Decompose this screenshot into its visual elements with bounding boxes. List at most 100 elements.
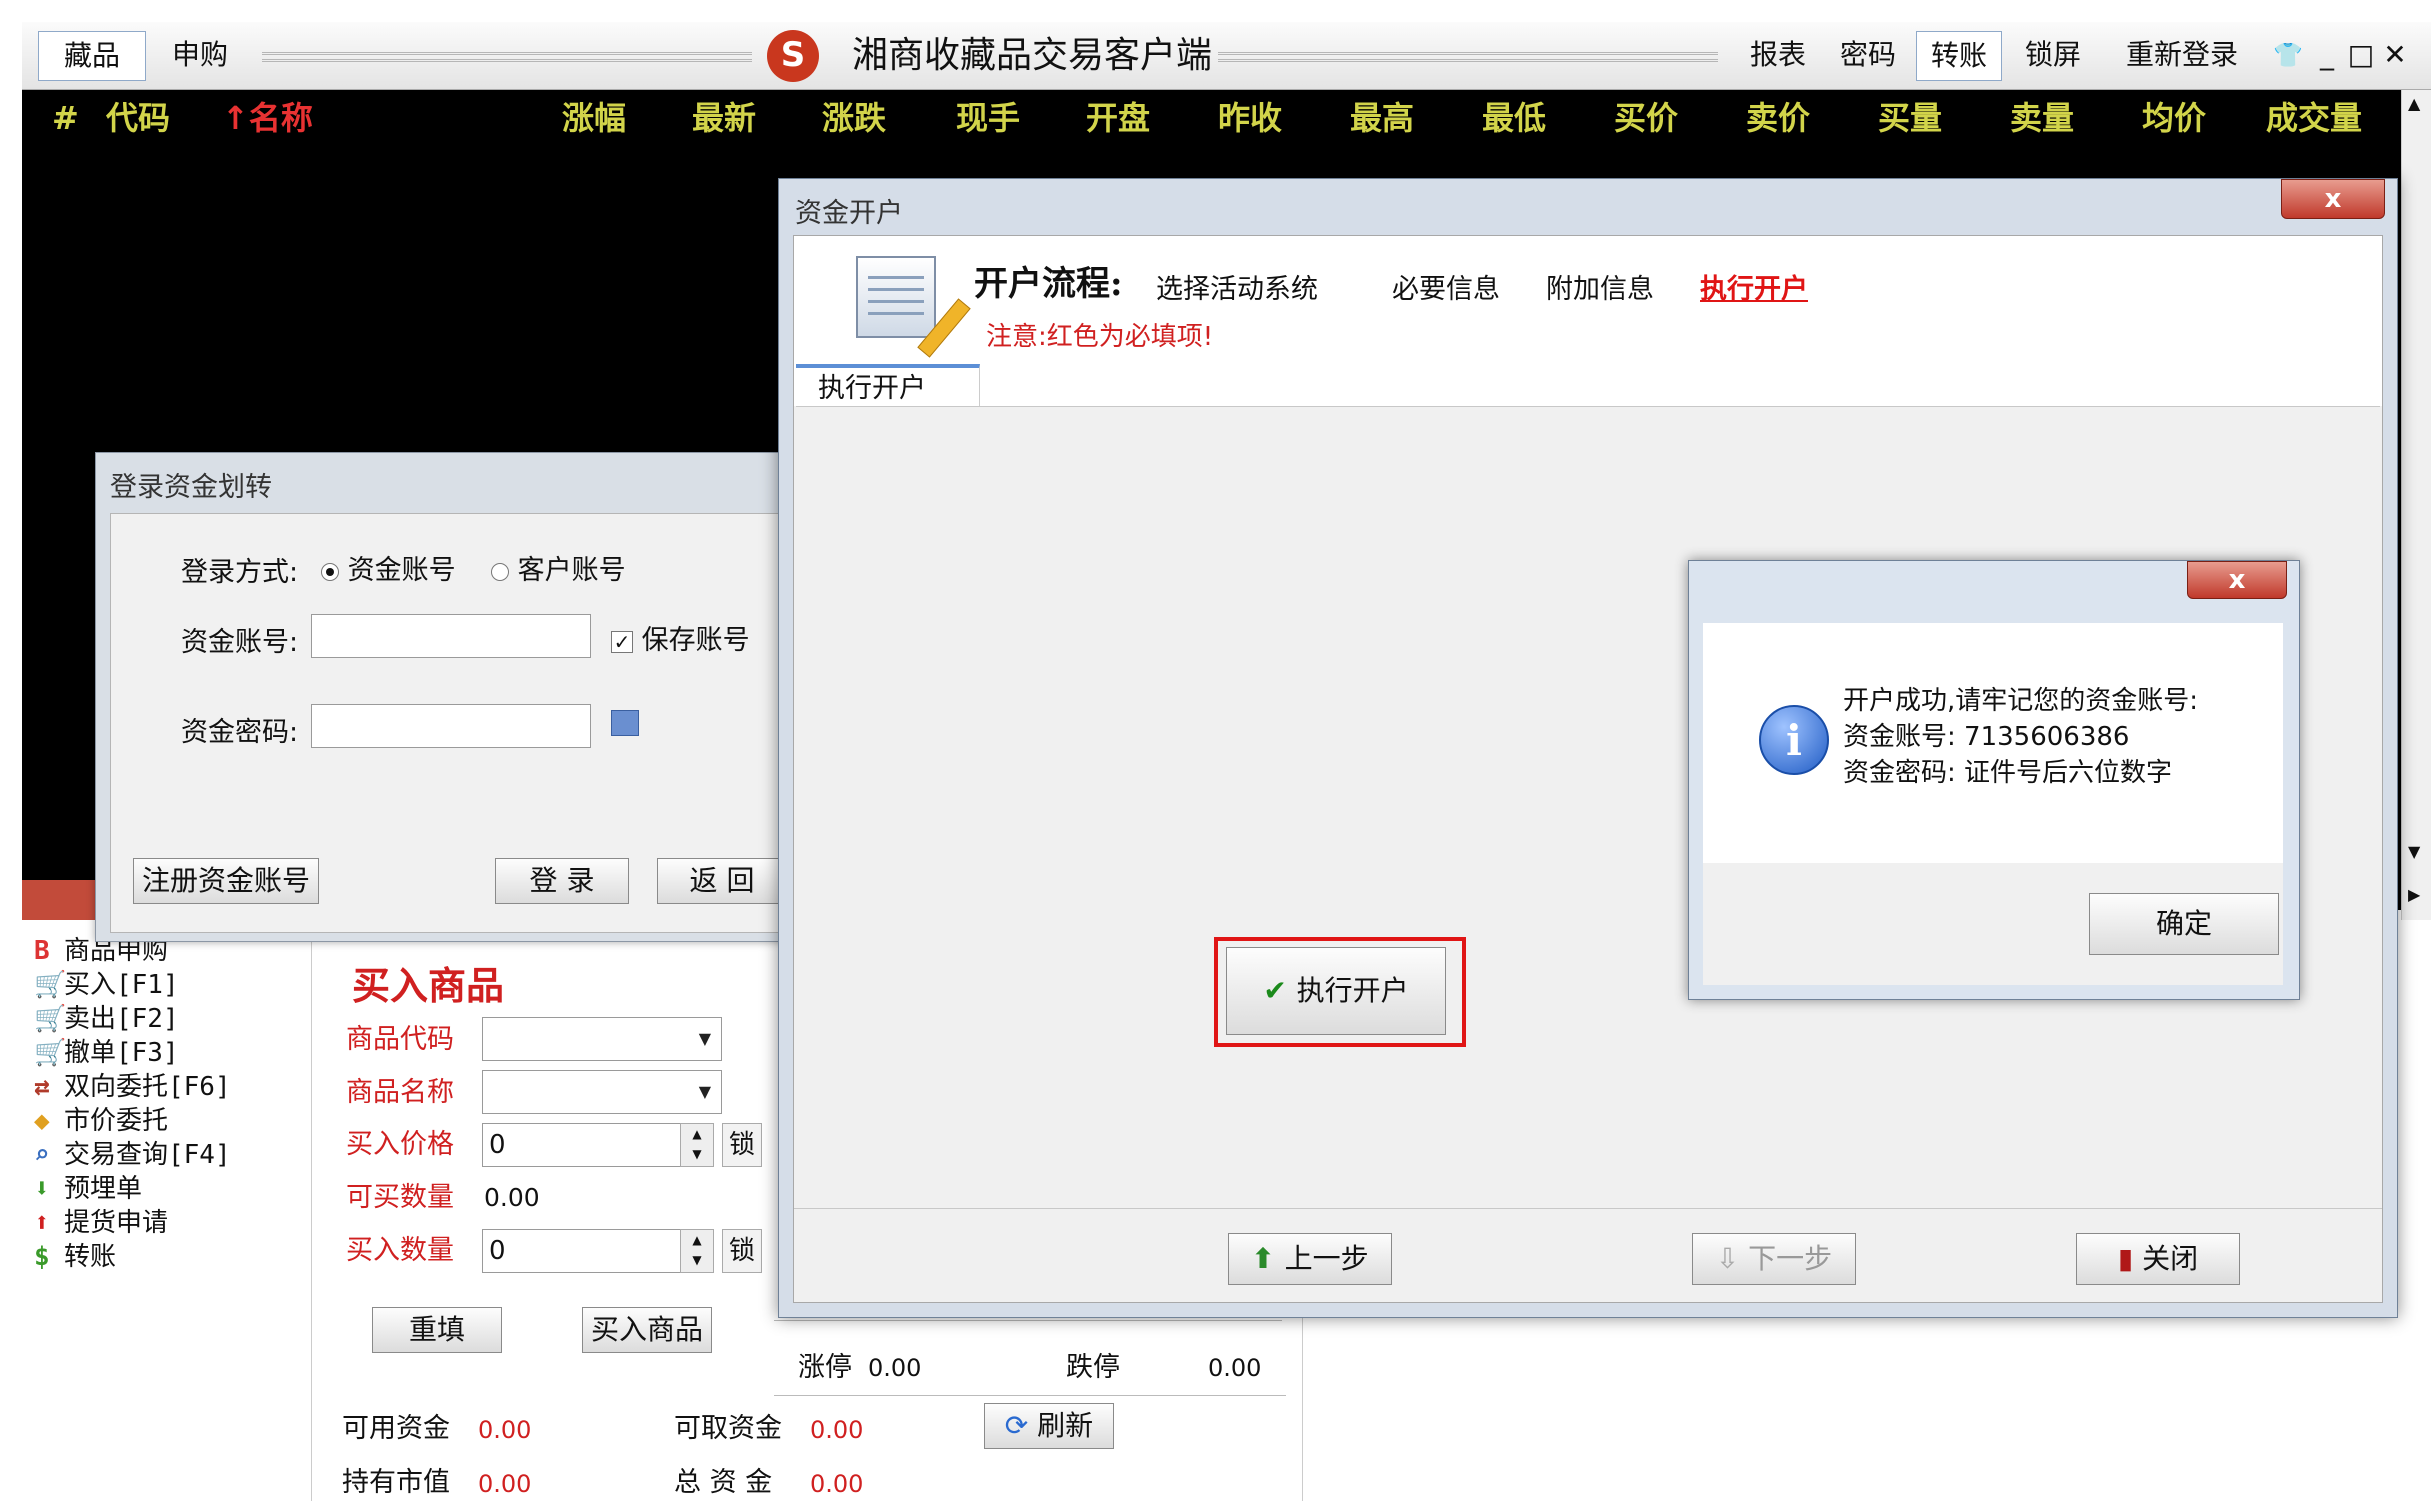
maximize-icon[interactable]: □ [2346,31,2376,81]
nav-label: 预埋单 [64,1174,143,1204]
col-code[interactable]: 代码 [106,96,170,140]
total-value: 0.00 [810,1470,864,1498]
info-icon: i [1759,705,1829,775]
save-account-option[interactable]: ✓ 保存账号 [611,618,750,657]
nav-item-transfer[interactable]: $ 转账 [34,1240,116,1274]
nav-item-cancel[interactable]: 🛒撤单[F3] [34,1036,179,1070]
two-way-icon: ⇄ [34,1072,50,1102]
col-bid[interactable]: 买价 [1614,96,1678,140]
prev-step-button[interactable]: ⬆ 上一步 [1228,1233,1392,1285]
close-dialog-label: 关闭 [2142,1242,2199,1275]
back-button[interactable]: 返 回 [657,858,787,904]
next-step-button[interactable]: ⇩ 下一步 [1692,1233,1856,1285]
exit-door-icon: ▮ [2117,1242,2143,1275]
col-low[interactable]: 最低 [1482,96,1546,140]
nav-label: 撤单[F3] [64,1038,179,1068]
col-average[interactable]: 均价 [2142,96,2206,140]
pin-icon[interactable]: 👕 [2272,31,2304,81]
message-line-3: 资金密码: 证件号后六位数字 [1843,758,2173,788]
cart-cancel-icon: 🛒 [34,1038,67,1068]
col-last-volume[interactable]: 现手 [956,96,1020,140]
col-ask-volume[interactable]: 卖量 [2010,96,2074,140]
toolbar-grip [262,52,752,62]
menu-lock-screen[interactable]: 锁屏 [2012,31,2094,81]
scroll-right-icon[interactable]: ▶ [2408,885,2420,904]
ok-button[interactable]: 确定 [2089,893,2279,955]
menu-relogin[interactable]: 重新登录 [2112,31,2252,81]
scroll-up-icon[interactable]: ▲ [2408,94,2420,113]
col-ask[interactable]: 卖价 [1746,96,1810,140]
vertical-scrollbar[interactable]: ▲ ▼ ▶ [2401,90,2431,920]
execute-open-button[interactable]: ✔ 执行开户 [1226,947,1446,1035]
menu-report[interactable]: 报表 [1738,31,1818,81]
notepad-line [868,276,924,279]
nav-label: 市价委托 [64,1106,169,1136]
tab-execute[interactable]: 执行开户 [796,364,980,408]
nav-item-delivery[interactable]: ⬆ 提货申请 [34,1206,168,1240]
nav-label: 交易查询[F4] [64,1140,231,1170]
nav-item-two-way[interactable]: ⇄ 双向委托[F6] [34,1070,231,1104]
sort-arrow-label: ↑名称 [222,99,313,137]
col-volume[interactable]: 成交量 [2266,96,2362,140]
save-account-checkbox[interactable]: ✓ [611,630,633,653]
login-dialog-title: 登录资金划转 [110,472,272,503]
code-select[interactable] [482,1017,722,1061]
tab-subscribe[interactable]: 申购 [150,31,250,81]
radio-client-label: 客户账号 [517,555,626,586]
col-prev-close[interactable]: 昨收 [1218,96,1282,140]
col-name[interactable]: ↑名称 [222,96,313,140]
panel-tab-strip[interactable] [22,880,102,924]
qty-label: 买入数量 [346,1235,454,1266]
nav-item-query[interactable]: ⌕ 交易查询[F4] [34,1138,231,1172]
flow-header: 开户流程: 选择活动系统 必要信息 附加信息 执行开户 注意:红色为必填项! [794,236,2382,406]
minimize-icon[interactable]: _ [2312,31,2342,81]
price-lock-button[interactable]: 锁 [722,1123,762,1167]
price-label: 买入价格 [346,1129,454,1160]
notepad-line [868,300,924,303]
account-input[interactable] [311,614,591,658]
price-input[interactable]: 0 [482,1123,682,1167]
radio-client-account[interactable] [491,562,509,581]
scroll-down-icon[interactable]: ▼ [2408,842,2420,861]
nav-label: 卖出[F2] [64,1004,179,1034]
refresh-icon: ⟳ [1004,1409,1038,1442]
account-dialog-close-button[interactable]: x [2281,179,2385,219]
mode-option-fund[interactable]: 资金账号 [321,548,456,587]
reset-button[interactable]: 重填 [372,1307,502,1353]
nav-label: 双向委托[F6] [64,1072,231,1102]
register-account-button[interactable]: 注册资金账号 [133,858,319,904]
col-latest[interactable]: 最新 [692,96,756,140]
close-icon[interactable]: ✕ [2380,31,2410,81]
col-high[interactable]: 最高 [1350,96,1414,140]
menu-password[interactable]: 密码 [1828,31,1908,81]
menu-transfer[interactable]: 转账 [1916,31,2002,81]
limit-divider-bottom [774,1395,1286,1396]
qty-input[interactable]: 0 [482,1229,682,1273]
tab-collectibles[interactable]: 藏品 [38,31,146,81]
nav-item-sell[interactable]: 🛒卖出[F2] [34,1002,179,1036]
message-close-button[interactable]: x [2187,561,2287,599]
cart-sell-icon: 🛒 [34,1004,67,1034]
col-bid-volume[interactable]: 买量 [1878,96,1942,140]
nav-item-market-order[interactable]: ◆ 市价委托 [34,1104,168,1138]
radio-fund-account[interactable] [321,562,339,581]
qty-stepper[interactable]: ▲ ▼ [680,1229,714,1273]
nav-item-pre-order[interactable]: ⬇ 预埋单 [34,1172,142,1206]
code-label: 商品代码 [346,1024,454,1055]
price-stepper[interactable]: ▲ ▼ [680,1123,714,1167]
keyboard-icon[interactable] [611,710,639,736]
mode-option-client[interactable]: 客户账号 [491,548,626,587]
password-input[interactable] [311,704,591,748]
nav-label: 提货申请 [64,1208,169,1238]
nav-item-buy[interactable]: 🛒买入[F1] [34,968,179,1002]
col-index[interactable]: # [52,96,79,140]
qty-lock-button[interactable]: 锁 [722,1229,762,1273]
refresh-button[interactable]: ⟳ 刷新 [984,1403,1114,1449]
col-open[interactable]: 开盘 [1086,96,1150,140]
col-change-pct[interactable]: 涨幅 [562,96,626,140]
col-change[interactable]: 涨跌 [822,96,886,140]
name-select[interactable] [482,1070,722,1114]
close-dialog-button[interactable]: ▮ 关闭 [2076,1233,2240,1285]
login-button[interactable]: 登 录 [495,858,629,904]
buy-button[interactable]: 买入商品 [582,1307,712,1353]
